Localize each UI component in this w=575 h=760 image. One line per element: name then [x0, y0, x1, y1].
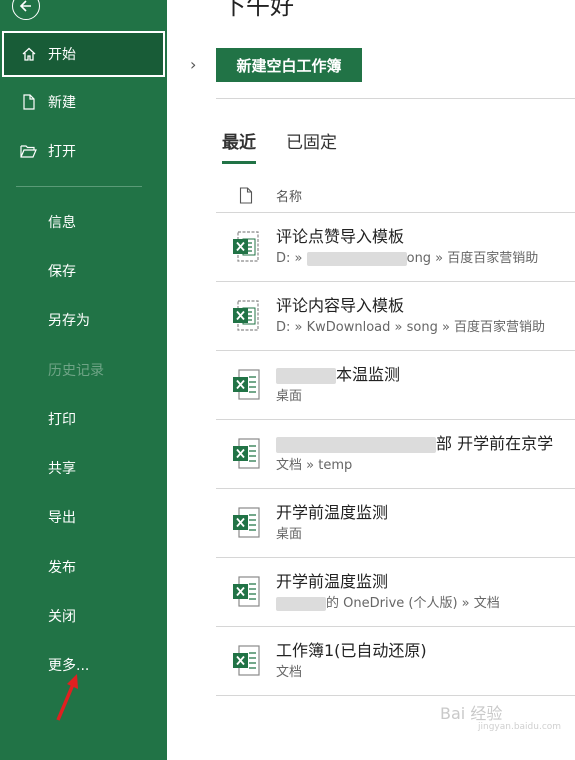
backstage-sidebar: 开始 新建 打开 信息 保存 另存为 历史记录 打印 共享 导出 发布 关闭 更…	[0, 0, 167, 760]
nav-new-label: 新建	[48, 94, 76, 111]
excel-workbook-icon	[216, 436, 276, 472]
file-tabs: 最近 已固定	[222, 128, 367, 164]
file-path: D: » ong » 百度百家营销助	[276, 251, 539, 266]
baidu-watermark: Bai 经验	[440, 704, 503, 723]
nav-more[interactable]: 更多...	[0, 641, 167, 690]
file-path: D: » KwDownload » song » 百度百家营销助	[276, 320, 546, 335]
nav-home[interactable]: 开始	[2, 31, 165, 77]
excel-workbook-icon	[216, 367, 276, 403]
nav-save[interactable]: 保存	[0, 246, 167, 295]
greeting-title: 下午好	[222, 0, 294, 20]
excel-workbook-icon	[216, 505, 276, 541]
expand-templates-chevron-icon[interactable]: ›	[190, 55, 196, 74]
file-row[interactable]: 开学前温度监测 桌面	[216, 489, 575, 558]
file-name: 工作簿1(已自动还原)	[276, 641, 427, 660]
recent-file-list: 评论点赞导入模板 D: » ong » 百度百家营销助 评论内容导入模板 D: …	[216, 213, 575, 696]
open-folder-icon	[20, 142, 38, 160]
nav-info[interactable]: 信息	[0, 197, 167, 246]
nav-share[interactable]: 共享	[0, 443, 167, 492]
name-column-header[interactable]: 名称	[276, 186, 302, 205]
nav-new[interactable]: 新建	[0, 77, 167, 126]
section-divider	[216, 98, 575, 99]
file-row[interactable]: 工作簿1(已自动还原) 文档	[216, 627, 575, 696]
new-file-icon	[20, 93, 38, 111]
file-name: 开学前温度监测	[276, 572, 389, 591]
nav-export[interactable]: 导出	[0, 493, 167, 542]
nav-history: 历史记录	[48, 362, 104, 379]
file-row[interactable]: 本温监测 桌面	[216, 351, 575, 420]
tab-recent[interactable]: 最近	[222, 128, 256, 164]
new-blank-workbook-button[interactable]: 新建空白工作簿	[216, 48, 362, 82]
file-type-header-icon	[216, 186, 276, 204]
excel-template-icon	[216, 229, 276, 265]
nav-home-label: 开始	[48, 47, 76, 63]
excel-template-icon	[216, 298, 276, 334]
nav-save-as[interactable]: 另存为	[0, 296, 167, 345]
sidebar-divider	[16, 186, 142, 187]
tab-pinned[interactable]: 已固定	[286, 128, 337, 164]
file-name: 本温监测	[276, 365, 400, 385]
file-path: 文档	[276, 665, 303, 680]
file-name: 评论点赞导入模板	[276, 227, 405, 246]
baidu-watermark-url: jingyan.baidu.com	[478, 722, 562, 732]
file-row[interactable]: 开学前温度监测 的 OneDrive (个人版) » 文档	[216, 558, 575, 627]
annotation-arrow-icon	[56, 674, 78, 721]
file-path: 桌面	[276, 527, 303, 542]
nav-print[interactable]: 打印	[0, 394, 167, 443]
nav-publish[interactable]: 发布	[0, 542, 167, 591]
file-path: 的 OneDrive (个人版) » 文档	[276, 596, 500, 612]
file-list-header: 名称	[216, 178, 575, 213]
file-row[interactable]: 部 开学前在京学 文档 » temp	[216, 420, 575, 489]
excel-workbook-icon	[216, 643, 276, 679]
file-row[interactable]: 评论内容导入模板 D: » KwDownload » song » 百度百家营销…	[216, 282, 575, 351]
nav-open-label: 打开	[48, 143, 76, 160]
excel-workbook-icon	[216, 574, 276, 610]
nav-close[interactable]: 关闭	[0, 591, 167, 640]
nav-open[interactable]: 打开	[0, 126, 167, 175]
back-arrow-icon	[19, 0, 31, 12]
back-button[interactable]	[12, 0, 40, 20]
file-path: 桌面	[276, 389, 303, 404]
file-name: 评论内容导入模板	[276, 296, 405, 315]
file-path: 文档 » temp	[276, 458, 353, 473]
file-name: 部 开学前在京学	[276, 434, 553, 454]
home-icon	[20, 45, 38, 63]
file-name: 开学前温度监测	[276, 503, 389, 522]
file-row[interactable]: 评论点赞导入模板 D: » ong » 百度百家营销助	[216, 213, 575, 282]
